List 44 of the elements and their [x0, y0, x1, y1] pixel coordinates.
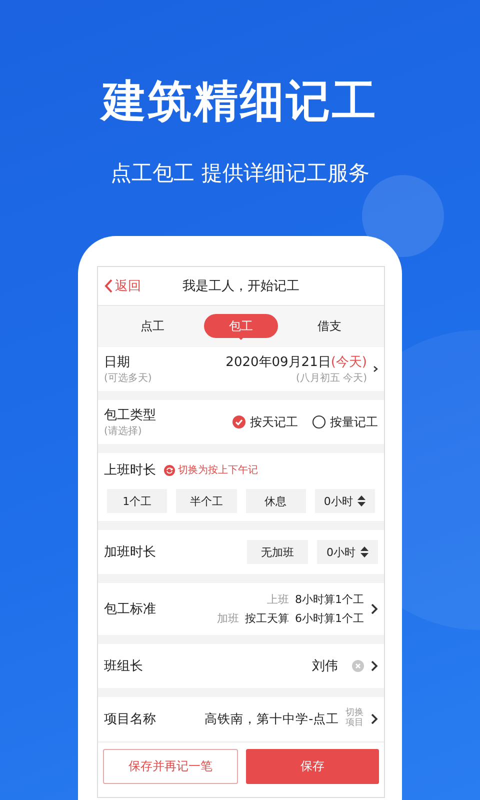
- field-hint: (请选择): [104, 424, 143, 438]
- field-label: 包工标准: [104, 601, 156, 618]
- up-down-icon: [360, 546, 368, 558]
- rule-text: 6小时算1个工: [295, 611, 364, 626]
- rule-tag: 上班: [267, 592, 289, 607]
- option-button[interactable]: 休息: [246, 489, 306, 513]
- back-button[interactable]: 返回: [98, 277, 158, 295]
- tab[interactable]: 借支: [292, 314, 367, 338]
- radio-option[interactable]: 按量记工: [312, 414, 378, 430]
- field-label: 包工类型: [104, 407, 157, 424]
- subheadline: 点工包工 提供详细记工服务: [110, 160, 370, 187]
- headline: 建筑精细记工: [102, 74, 378, 130]
- leader-name: 刘伟: [312, 658, 338, 675]
- radio-option[interactable]: 按天记工: [232, 414, 298, 430]
- project-name: 高铁南，第十中学-点工: [204, 710, 340, 728]
- tab[interactable]: 点工: [115, 314, 190, 338]
- chevron-right-icon: [370, 603, 378, 615]
- rule-text: 8小时算1个工: [295, 592, 364, 607]
- date-value: 2020年09月21日(今天): [226, 354, 367, 371]
- option-button[interactable]: 无加班: [247, 540, 308, 564]
- field-label: 加班时长: [104, 544, 156, 561]
- clear-icon: [352, 660, 364, 672]
- save-button[interactable]: 保存: [246, 749, 379, 784]
- lunar-date: (八月初五 今天): [295, 372, 367, 385]
- chevron-right-icon: [370, 713, 378, 725]
- hours-stepper[interactable]: 0小时: [314, 489, 375, 513]
- field-label: 项目名称: [104, 711, 156, 728]
- chevron-right-icon: [370, 660, 378, 672]
- field-label: 上班时长: [104, 462, 156, 479]
- rule-text: 按工天算: [245, 611, 289, 626]
- switch-link[interactable]: 切换为按上下午记: [178, 463, 258, 477]
- field-label: 班组长: [104, 658, 143, 675]
- swap-icon: [164, 464, 175, 476]
- screen-title: 我是工人，开始记工: [182, 278, 300, 295]
- chevron-right-icon: [373, 365, 378, 373]
- field-hint: (可选多天): [104, 372, 153, 385]
- chevron-left-icon: [104, 279, 113, 293]
- option-button[interactable]: 1个工: [107, 489, 168, 513]
- save-and-add-button[interactable]: 保存并再记一笔: [103, 749, 238, 784]
- hours-stepper[interactable]: 0小时: [317, 540, 378, 564]
- up-down-icon: [356, 495, 366, 507]
- field-label: 日期: [104, 354, 131, 371]
- option-button[interactable]: 半个工: [176, 489, 236, 513]
- rule-tag: 加班: [217, 611, 239, 626]
